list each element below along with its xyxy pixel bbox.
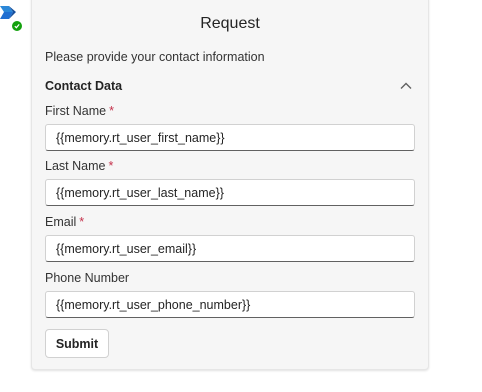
chat-view: Request Please provide your contact info… — [0, 0, 482, 392]
required-marker: * — [79, 215, 85, 229]
online-status-badge — [11, 20, 23, 32]
email-label: Email * — [45, 215, 84, 229]
phone-number-label-text: Phone Number — [45, 271, 130, 285]
last-name-label: Last Name * — [45, 159, 113, 173]
contact-data-section-header[interactable]: Contact Data — [45, 79, 415, 95]
chevron-up-icon[interactable] — [399, 81, 413, 91]
first-name-label-text: First Name — [45, 104, 107, 118]
last-name-input[interactable] — [45, 179, 415, 206]
first-name-label: First Name * — [45, 104, 114, 118]
check-icon — [14, 24, 20, 29]
email-input[interactable] — [45, 235, 415, 262]
section-title: Contact Data — [45, 79, 123, 93]
card-title: Request — [200, 15, 260, 32]
request-card: Request Please provide your contact info… — [31, 0, 429, 370]
bot-avatar — [0, 4, 24, 32]
phone-number-label: Phone Number — [45, 271, 129, 285]
bot-logo-icon — [0, 6, 16, 19]
card-intro-text: Please provide your contact information — [45, 50, 265, 64]
submit-button[interactable]: Submit — [45, 329, 109, 358]
email-label-text: Email — [45, 215, 77, 229]
phone-number-input[interactable] — [45, 291, 415, 318]
last-name-label-text: Last Name — [45, 159, 106, 173]
first-name-input[interactable] — [45, 124, 415, 151]
required-marker: * — [109, 104, 114, 118]
required-marker: * — [108, 159, 114, 173]
